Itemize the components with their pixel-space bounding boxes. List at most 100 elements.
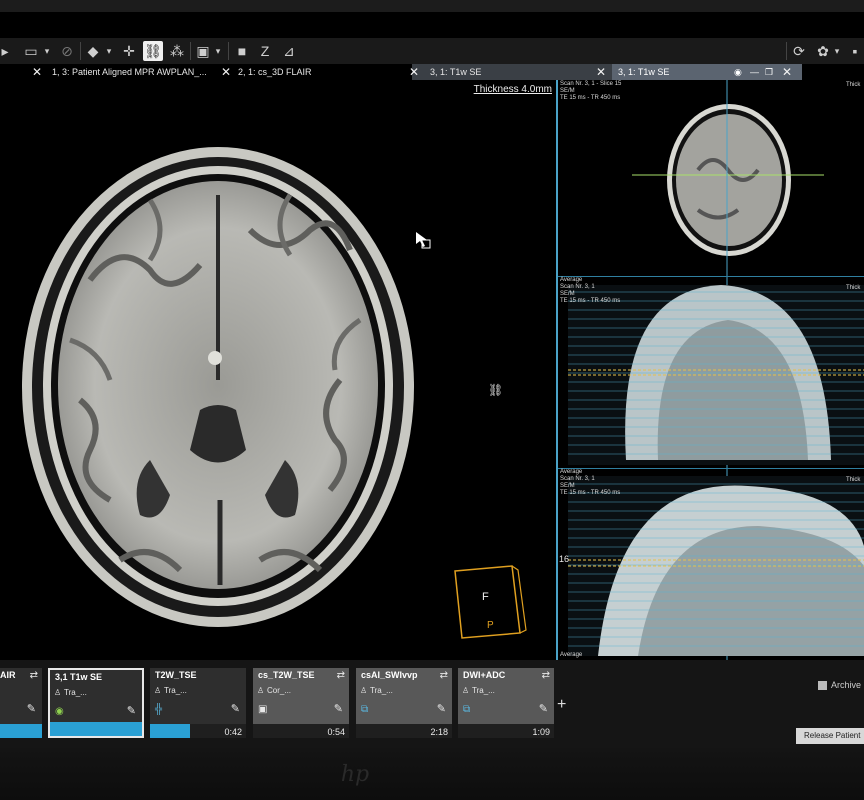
archive-button[interactable]: Archive bbox=[818, 680, 861, 691]
camera-icon[interactable]: ▪ bbox=[846, 41, 864, 61]
toolbar: ▸ ▭ ▾ ⊘ ◆ ▾ ✛ ⛓ ⁂ ▣ ▾ ■ Z ⊿ ⟳ ✿ ▾ ▪ bbox=[0, 38, 864, 65]
info-line: TE 15 ms - TR 450 ms bbox=[560, 490, 621, 496]
monitor-bezel-top bbox=[0, 0, 864, 12]
duration: 1:09 bbox=[532, 727, 550, 737]
info-line: Scan Nr. 3, 1 bbox=[560, 284, 595, 290]
tab-cs-3d-flair[interactable]: ✕ 2, 1: cs_3D FLAIR bbox=[221, 64, 412, 80]
chevron-down-icon[interactable]: ▾ bbox=[42, 41, 52, 61]
swap-icon[interactable]: ⇄ bbox=[440, 670, 448, 681]
series-card-flair[interactable]: AIR ⇄ ✎ bbox=[0, 668, 42, 738]
toolbar-divider bbox=[190, 42, 191, 60]
release-patient-button[interactable]: Release Patient bbox=[796, 728, 864, 744]
toolbar-divider bbox=[228, 42, 229, 60]
toolbar-divider bbox=[786, 42, 787, 60]
progress-bar: 0:54 bbox=[253, 724, 349, 738]
close-icon[interactable]: ✕ bbox=[409, 64, 419, 80]
close-icon[interactable]: ✕ bbox=[221, 64, 231, 80]
edit-icon[interactable]: ✎ bbox=[539, 702, 548, 715]
thickness-label-right: Thick bbox=[846, 477, 861, 483]
annotation-tool-icon[interactable]: ▭ bbox=[22, 41, 40, 61]
info-line: SE/M bbox=[560, 483, 575, 489]
series-title: T2W_TSE bbox=[155, 670, 197, 680]
chevron-down-icon[interactable]: ▾ bbox=[213, 41, 223, 61]
swap-icon[interactable]: ⇄ bbox=[542, 670, 550, 681]
visibility-off-icon[interactable]: ⊘ bbox=[58, 41, 76, 61]
monitor-bezel-bottom bbox=[0, 748, 864, 800]
edit-icon[interactable]: ✎ bbox=[27, 702, 36, 715]
angle-measure-icon[interactable]: ⊿ bbox=[280, 41, 298, 61]
eye-icon[interactable]: ◉ bbox=[734, 64, 742, 80]
screen: ▸ ▭ ▾ ⊘ ◆ ▾ ✛ ⛓ ⁂ ▣ ▾ ■ Z ⊿ ⟳ ✿ ▾ ▪ ✕ 1,… bbox=[0, 12, 864, 748]
restore-icon[interactable]: ❐ bbox=[765, 64, 773, 80]
tab-label: 3, 1: T1w SE bbox=[618, 67, 670, 77]
progress-bar: 0:42 bbox=[150, 724, 246, 738]
sagittal-info: Average Scan Nr. 3, 1 SE/M TE 15 ms - TR… bbox=[560, 469, 620, 497]
person-icon: ♙ bbox=[462, 686, 470, 695]
swap-icon[interactable]: ⇄ bbox=[337, 670, 345, 681]
person-icon: ♙ bbox=[257, 686, 265, 695]
thickness-label-right: Thick bbox=[846, 285, 861, 291]
series-card-t1w-se[interactable]: 3,1 T1w SE ♙ Tra_... ◉ ✎ bbox=[48, 668, 144, 738]
progress-bar: 2:18 bbox=[356, 724, 452, 738]
layout-icon[interactable]: ▣ bbox=[194, 41, 212, 61]
toolbar-divider bbox=[80, 42, 81, 60]
close-icon[interactable]: ✕ bbox=[32, 64, 42, 80]
close-icon[interactable]: ✕ bbox=[782, 64, 792, 80]
progress-bar bbox=[0, 724, 42, 738]
tab-label: 1, 3: Patient Aligned MPR AWPLAN_... bbox=[52, 67, 207, 77]
archive-icon bbox=[818, 681, 827, 691]
series-card-dwi-adc[interactable]: DWI+ADC ⇄ ♙ Tra_... ⧉ ✎ 1:09 bbox=[458, 668, 554, 738]
series-card-cs-t2w-tse[interactable]: cs_T2W_TSE ⇄ ♙ Cor_... ▣ ✎ 0:54 bbox=[253, 668, 349, 738]
edit-icon[interactable]: ✎ bbox=[437, 702, 446, 715]
brand-mark: hp bbox=[340, 762, 370, 787]
progress-fill bbox=[50, 722, 142, 736]
arrow-tool-icon[interactable]: ▸ bbox=[0, 41, 10, 61]
edit-icon[interactable]: ✎ bbox=[231, 702, 240, 715]
reference-images bbox=[568, 80, 864, 660]
bottom-label: Average bbox=[560, 652, 583, 658]
window-level-icon[interactable]: ◆ bbox=[84, 41, 102, 61]
series-card-csai-swivvp[interactable]: csAI_SWIvvp ⇄ ♙ Tra_... ⧉ ✎ 2:18 bbox=[356, 668, 452, 738]
person-icon: ♙ bbox=[154, 686, 162, 695]
sync-icon[interactable]: ⁂ bbox=[168, 41, 186, 61]
series-sub: Tra_... bbox=[64, 688, 87, 697]
duration: 2:18 bbox=[430, 727, 448, 737]
progress-bar bbox=[50, 722, 142, 736]
axial-brain-image: ⛓ bbox=[22, 147, 527, 639]
info-line: Average bbox=[560, 469, 583, 475]
tab-patient-aligned-mpr[interactable]: ✕ 1, 3: Patient Aligned MPR AWPLAN_... bbox=[0, 64, 222, 80]
progress-fill bbox=[0, 724, 42, 738]
info-line: Scan Nr. 3, 1 bbox=[560, 476, 595, 482]
close-icon[interactable]: ✕ bbox=[596, 64, 606, 80]
tab-t1w-se[interactable]: ✕ 3, 1: T1w SE ✕ bbox=[409, 64, 612, 80]
palette-icon[interactable]: ✿ bbox=[814, 41, 832, 61]
edit-icon[interactable]: ✎ bbox=[334, 702, 343, 715]
series-sub: Tra_... bbox=[472, 686, 495, 695]
main-viewport[interactable]: Thickness 4.0mm ⛓ F P bbox=[0, 80, 558, 660]
swap-icon[interactable]: ⇄ bbox=[30, 670, 38, 681]
person-icon: ♙ bbox=[54, 688, 62, 697]
minimize-icon[interactable]: — bbox=[750, 64, 759, 80]
add-series-button[interactable]: + bbox=[557, 696, 566, 714]
refresh-icon[interactable]: ⟳ bbox=[790, 41, 808, 61]
tab-label: 2, 1: cs_3D FLAIR bbox=[238, 67, 312, 77]
tab-t1w-se-right[interactable]: 3, 1: T1w SE ◉ — ❐ ✕ bbox=[612, 64, 802, 80]
person-icon: ♙ bbox=[360, 686, 368, 695]
stack-icon[interactable]: ■ bbox=[233, 41, 251, 61]
link-icon[interactable]: ⛓ bbox=[143, 41, 163, 61]
chevron-down-icon[interactable]: ▾ bbox=[832, 41, 842, 61]
tab-bar: ✕ 1, 3: Patient Aligned MPR AWPLAN_... ✕… bbox=[0, 64, 864, 80]
series-title: csAI_SWIvvp bbox=[361, 670, 418, 680]
edit-icon[interactable]: ✎ bbox=[127, 704, 136, 717]
crosshair-icon[interactable]: ✛ bbox=[120, 41, 138, 61]
coronal-info: Average Scan Nr. 3, 1 SE/M TE 15 ms - TR… bbox=[560, 277, 620, 305]
chevron-down-icon[interactable]: ▾ bbox=[104, 41, 114, 61]
series-card-t2w-tse[interactable]: T2W_TSE ♙ Tra_... ╬ ✎ 0:42 bbox=[150, 668, 246, 738]
duration: 0:42 bbox=[224, 727, 242, 737]
status-icon: ◉ bbox=[55, 706, 64, 717]
series-title: DWI+ADC bbox=[463, 670, 506, 680]
tab-label: 3, 1: T1w SE bbox=[430, 67, 482, 77]
sequence-icon: ▣ bbox=[258, 704, 268, 715]
info-line: Average bbox=[560, 277, 583, 283]
zoom-icon[interactable]: Z bbox=[256, 41, 274, 61]
